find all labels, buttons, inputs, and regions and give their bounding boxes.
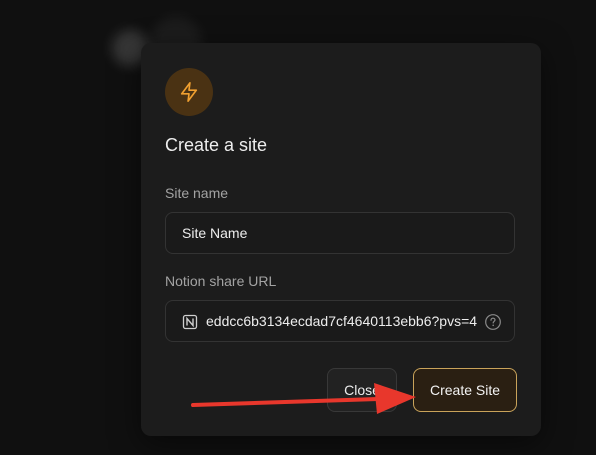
dialog-badge xyxy=(165,68,213,116)
notion-url-label: Notion share URL xyxy=(165,273,277,289)
site-name-label: Site name xyxy=(165,185,229,201)
lightning-bolt-icon xyxy=(180,82,198,102)
notion-url-input[interactable] xyxy=(206,301,478,341)
question-circle-icon[interactable] xyxy=(484,313,502,331)
site-name-input[interactable] xyxy=(182,213,502,253)
dialog-title: Create a site xyxy=(165,135,268,155)
site-name-field[interactable] xyxy=(165,212,515,254)
notion-url-field[interactable] xyxy=(165,300,515,342)
close-button[interactable]: Close xyxy=(327,368,397,412)
notion-logo-icon xyxy=(182,314,198,330)
create-site-button[interactable]: Create Site xyxy=(413,368,517,412)
create-site-dialog: Create a site Site name Notion share URL… xyxy=(141,43,541,436)
